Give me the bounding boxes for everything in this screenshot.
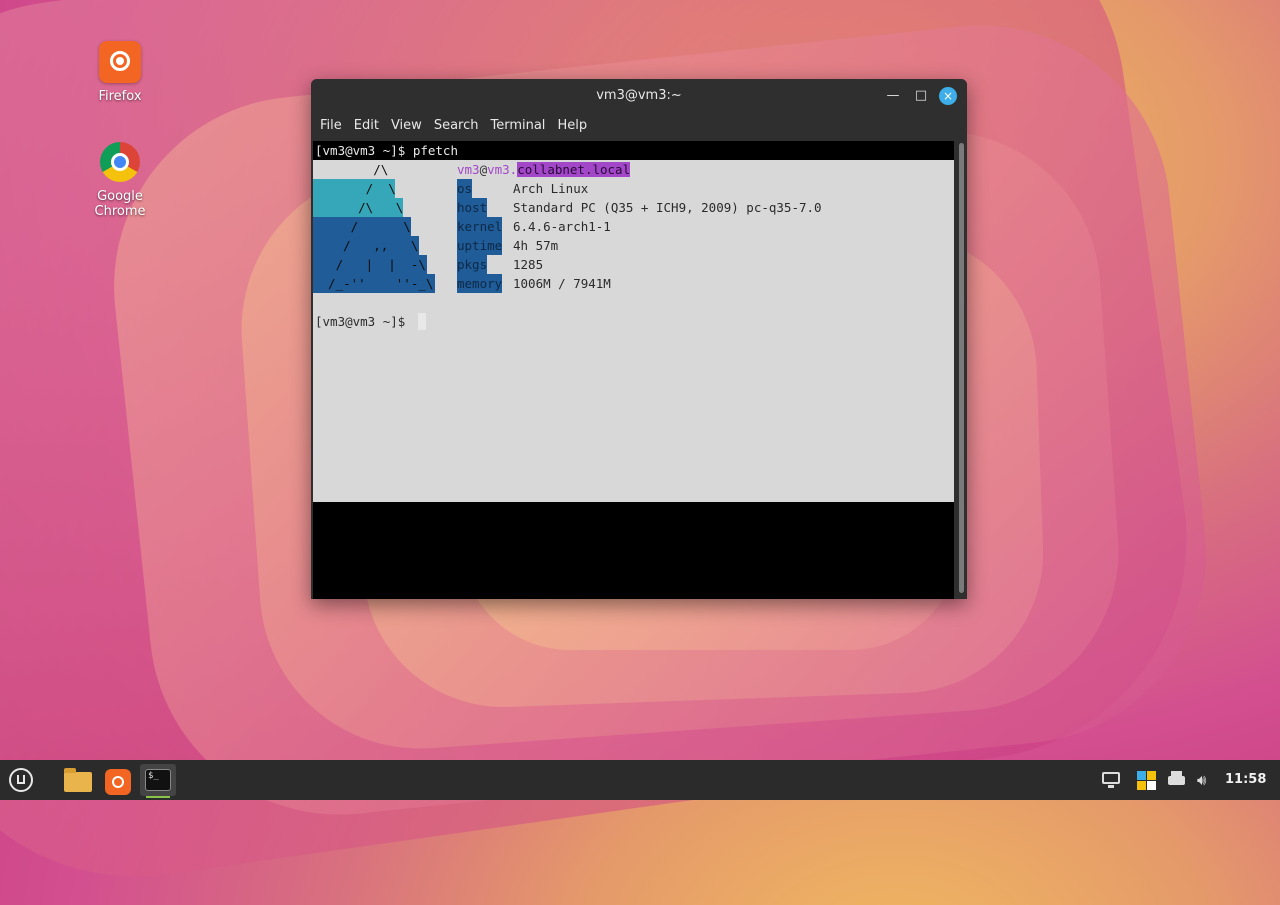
desktop-icon-label: Firefox	[98, 89, 142, 104]
terminal-area[interactable]: [vm3@vm3 ~]$ pfetch /\ / \ /\ \ / \ / ,,…	[313, 141, 954, 599]
terminal-launcher[interactable]: $_	[140, 764, 176, 798]
minimize-button[interactable]: —	[885, 88, 901, 104]
desktop-icon-label: Google Chrome	[94, 189, 146, 219]
ascii-logo-line: / | | -\	[313, 255, 427, 274]
menu-help[interactable]: Help	[552, 113, 594, 139]
window-titlebar[interactable]: vm3@vm3:~ — □ ×	[311, 79, 967, 113]
info-key-pkgs: pkgs	[457, 255, 488, 274]
ascii-logo-line: / \	[313, 217, 411, 236]
printer-icon	[1168, 771, 1185, 785]
user-host-line: vm3@vm3.collabnet.local	[457, 162, 631, 177]
ascii-logo-line: /\	[313, 162, 389, 177]
close-icon: ×	[942, 89, 954, 103]
menu-edit[interactable]: Edit	[349, 113, 386, 139]
info-key-kernel: kernel	[457, 217, 503, 236]
close-button[interactable]: ×	[939, 87, 957, 105]
menubar: File Edit View Search Terminal Help	[311, 113, 967, 139]
info-value-uptime: 4h 57m	[513, 238, 559, 253]
info-value-host: Standard PC (Q35 + ICH9, 2009) pc-q35-7.…	[513, 200, 822, 215]
update-icon	[1137, 771, 1146, 780]
desktop-icon-firefox[interactable]: Firefox	[70, 41, 170, 104]
info-key-os: os	[457, 179, 473, 198]
info-value-memory: 1006M / 7941M	[513, 276, 611, 291]
chrome-icon	[99, 141, 141, 183]
text-cursor	[418, 313, 426, 330]
folder-icon	[64, 768, 92, 792]
prompt-line: [vm3@vm3 ~]$	[315, 314, 413, 329]
info-key-host: host	[457, 198, 488, 217]
info-key-memory: memory	[457, 274, 503, 293]
info-value-kernel: 6.4.6-arch1-1	[513, 219, 611, 234]
files-launcher[interactable]	[60, 764, 96, 796]
display-tray[interactable]	[1102, 771, 1122, 789]
maximize-icon: □	[914, 88, 928, 103]
menu-view[interactable]: View	[386, 113, 429, 139]
ascii-logo-line: / \	[313, 179, 396, 198]
minimize-icon: —	[886, 88, 900, 103]
menu-button[interactable]	[4, 764, 38, 798]
terminal-window: vm3@vm3:~ — □ × File Edit View Search Te…	[311, 79, 967, 599]
update-manager-tray[interactable]	[1137, 771, 1157, 790]
firefox-icon	[105, 769, 131, 795]
ascii-logo-line: / ,, \	[313, 236, 419, 255]
info-key-uptime: uptime	[457, 236, 503, 255]
active-indicator	[146, 796, 170, 798]
terminal-scrollbar[interactable]	[956, 141, 967, 599]
ascii-logo-line: /_-'' ''-_\	[313, 274, 435, 293]
ascii-logo-line: /\ \	[313, 198, 404, 217]
firefox-icon	[99, 41, 141, 83]
prompt-line: [vm3@vm3 ~]$ pfetch	[315, 143, 458, 158]
firefox-launcher[interactable]	[100, 764, 136, 796]
info-value-pkgs: 1285	[513, 257, 544, 272]
maximize-button[interactable]: □	[913, 88, 929, 104]
printer-tray[interactable]	[1167, 771, 1187, 789]
monitor-icon	[1102, 772, 1120, 788]
info-value-os: Arch Linux	[513, 181, 589, 196]
menu-file[interactable]: File	[315, 113, 349, 139]
terminal-icon: $_	[145, 769, 171, 791]
mint-logo-icon	[9, 768, 33, 792]
volume-tray[interactable]: 🔊︎	[1197, 771, 1217, 789]
window-title: vm3@vm3:~	[596, 88, 682, 103]
clock[interactable]: 11:58	[1225, 772, 1266, 787]
desktop-icon-chrome[interactable]: Google Chrome	[70, 141, 170, 219]
menu-search[interactable]: Search	[429, 113, 486, 139]
menu-terminal[interactable]: Terminal	[485, 113, 552, 139]
taskbar: $_ 🔊︎ 11:58	[0, 760, 1280, 800]
show-desktop-button[interactable]	[1272, 760, 1280, 800]
scrollbar-thumb[interactable]	[959, 143, 964, 593]
speaker-icon: 🔊︎	[1197, 771, 1207, 789]
